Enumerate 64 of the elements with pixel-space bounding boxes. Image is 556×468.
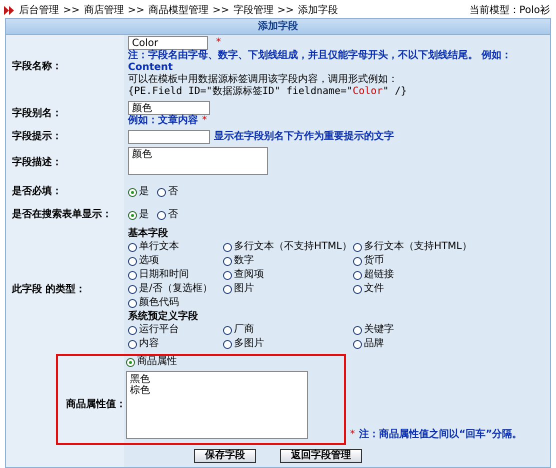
example-text: 例如：文章内容 bbox=[128, 115, 198, 127]
required-mark: * bbox=[350, 428, 355, 440]
text-input[interactable]: 颜色 bbox=[128, 101, 210, 115]
text-line: 黑色 bbox=[130, 374, 151, 384]
required-mark: * bbox=[202, 115, 207, 127]
radio-option[interactable]: 否 bbox=[157, 186, 178, 198]
text-line: 棕色 bbox=[130, 385, 151, 396]
radio-option[interactable]: 超链接 bbox=[353, 269, 546, 281]
field-label: 字段提示： bbox=[11, 129, 63, 144]
radio-option[interactable]: 是 bbox=[128, 186, 149, 198]
field-label: 商品属性值： bbox=[65, 398, 126, 410]
breadcrumb-separator: >> bbox=[212, 4, 230, 16]
breadcrumb-link[interactable]: 商品模型管理 bbox=[148, 4, 209, 16]
form-button[interactable]: 返回字段管理 bbox=[280, 448, 362, 462]
arrow-icon bbox=[4, 6, 15, 15]
radio-option[interactable]: 多图片 bbox=[223, 338, 353, 350]
breadcrumb-separator: >> bbox=[128, 4, 145, 16]
radio-option[interactable]: 关键字 bbox=[353, 324, 546, 336]
field-label: 是否必填： bbox=[11, 184, 63, 199]
radio-option[interactable]: 日期和时间 bbox=[128, 269, 223, 281]
textarea-field[interactable]: 黑色 棕色 bbox=[126, 370, 308, 438]
field-label: 字段别名： bbox=[11, 106, 63, 121]
note-text: 注：字段名由字母、数字、下划线组成，并且仅能字母开头，不以下划线结尾。 例如：Content bbox=[128, 50, 512, 74]
text-input[interactable] bbox=[128, 130, 210, 144]
field-label: 字段描述： bbox=[11, 155, 63, 170]
note-text: 注：商品属性值之间以“回车”分隔。 bbox=[359, 428, 522, 440]
required-mark: * bbox=[216, 37, 221, 49]
usage-text: 可以在模板中用数据源标签调用该字段内容，调用形式例如： bbox=[128, 74, 399, 86]
radio-option[interactable]: 是 bbox=[128, 209, 149, 221]
radio-option[interactable]: 否 bbox=[157, 209, 178, 221]
breadcrumb-link[interactable]: 商店管理 bbox=[84, 4, 124, 16]
code-example: {PE.Field ID="数据源标签ID" fieldname="Color" /} bbox=[128, 86, 408, 98]
breadcrumb-separator: >> bbox=[277, 4, 294, 16]
radio-option[interactable]: 是/否（复选框） bbox=[128, 283, 223, 295]
text-input[interactable]: Color bbox=[128, 36, 208, 50]
field-label: 此字段 的类型： bbox=[10, 282, 86, 297]
breadcrumb-link[interactable]: 字段管理 bbox=[233, 4, 274, 16]
radio-option[interactable]: 货币 bbox=[353, 255, 546, 267]
radio-option[interactable]: 选项 bbox=[128, 255, 223, 267]
radio-option[interactable]: 单行文本 bbox=[128, 241, 223, 253]
radio-option[interactable]: 查阅项 bbox=[223, 269, 353, 281]
radio-option[interactable]: 文件 bbox=[353, 283, 546, 295]
field-label: 字段名称： bbox=[11, 59, 63, 74]
form-title: 添加字段 bbox=[6, 19, 550, 35]
radio-option[interactable]: 运行平台 bbox=[128, 324, 223, 336]
field-label: 是否在搜索表单显示： bbox=[11, 208, 113, 222]
radio-option[interactable]: 商品属性 bbox=[126, 356, 177, 368]
radio-option[interactable]: 内容 bbox=[128, 338, 223, 350]
radio-option[interactable]: 多行文本（不支持HTML） bbox=[223, 241, 353, 253]
radio-option[interactable]: 颜色代码 bbox=[128, 297, 223, 309]
form-button[interactable]: 保存字段 bbox=[194, 448, 256, 462]
current-model-text: 当前模型：Polo衫 bbox=[469, 4, 550, 16]
group-title: 系统预定义字段 bbox=[128, 311, 199, 323]
group-title: 基本字段 bbox=[128, 228, 169, 240]
radio-option[interactable]: 多行文本（支持HTML） bbox=[353, 241, 546, 253]
radio-option[interactable]: 厂商 bbox=[223, 324, 353, 336]
help-text: 显示在字段别名下方作为重要提示的文字 bbox=[214, 131, 394, 143]
radio-option[interactable]: 数字 bbox=[223, 255, 353, 267]
breadcrumb-separator: >> bbox=[63, 4, 80, 16]
breadcrumb-link[interactable]: 添加字段 bbox=[298, 4, 338, 16]
radio-option[interactable]: 图片 bbox=[223, 283, 353, 295]
textarea-field[interactable]: 颜色 bbox=[128, 147, 268, 175]
breadcrumb-link[interactable]: 后台管理 bbox=[19, 4, 59, 16]
radio-option[interactable]: 品牌 bbox=[353, 338, 546, 350]
